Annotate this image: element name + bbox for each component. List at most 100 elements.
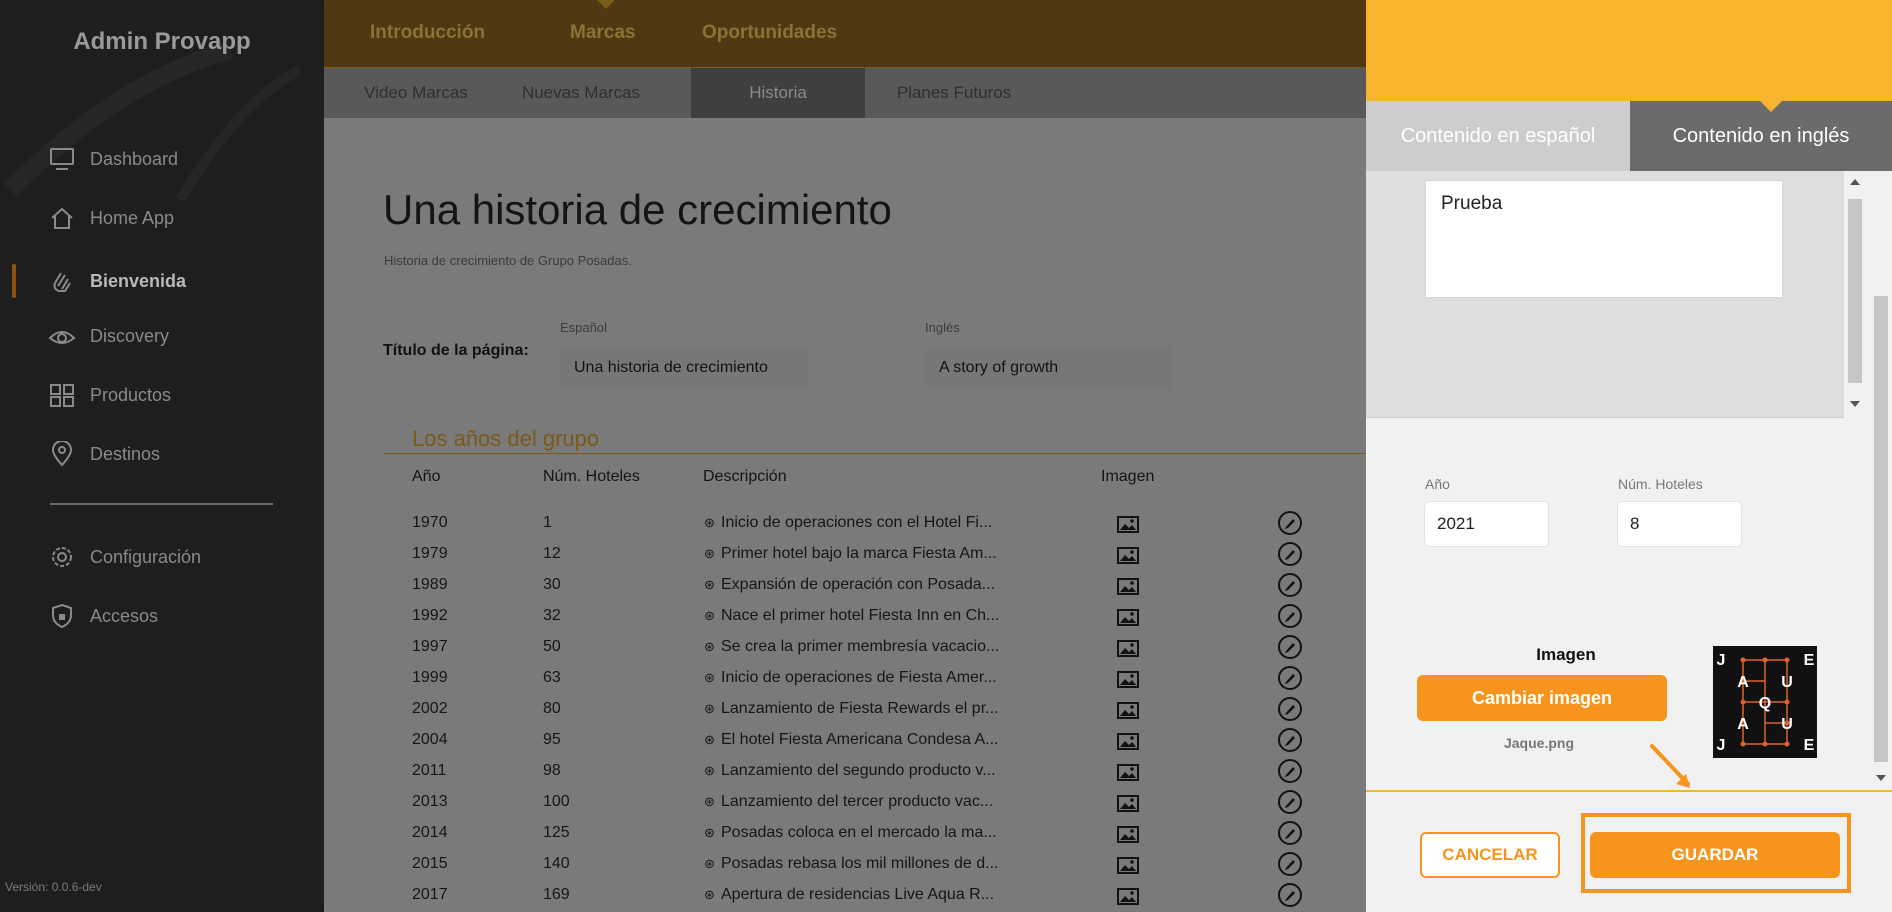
sidebar-item-accesos[interactable]: Accesos [48,599,158,633]
sidebar-item-productos[interactable]: Productos [48,378,171,412]
subtab-video-marcas[interactable]: Video Marcas [352,68,480,118]
page-title-label: Título de la página: [383,342,529,359]
cell-year: 2017 [412,886,448,903]
edit-pencil-icon[interactable] [1278,821,1302,845]
table-row: 2002 80 ⊛ Lanzamiento de Fiesta Rewards el … [324,693,1366,724]
edit-pencil-icon[interactable] [1278,511,1302,535]
svg-text:U: U [1781,716,1793,733]
sidebar-divider [50,503,273,505]
table-row: 2017 169 ⊛ Apertura de residencias Live Aqu… [324,879,1366,910]
edit-pencil-icon[interactable] [1278,883,1302,907]
grid-icon [48,381,76,409]
textarea-scroll-thumb[interactable] [1848,199,1862,383]
active-tab-caret [597,0,615,9]
bullet-icon: ⊛ [704,794,715,809]
table-row: 1970 1 ⊛ Inicio de operaciones con el Hotel… [324,507,1366,538]
title-es-field[interactable]: Una historia de crecimiento [560,346,808,390]
panel-scrollbar[interactable] [1869,171,1892,790]
textarea-scrollbar[interactable] [1844,171,1866,418]
cell-description: Apertura de residencias Live Aqua R... [721,886,995,903]
tab-introduccion[interactable]: Introducción [370,22,485,44]
hotels-input[interactable]: 8 [1617,501,1742,547]
section-divider [383,453,1366,454]
subtab-historia[interactable]: Historia [691,68,865,118]
scroll-down-arrow-icon[interactable] [1876,775,1886,781]
section-title: Los años del grupo [412,426,600,451]
year-label: Año [1425,476,1450,492]
sidebar-item-home-app[interactable]: Home App [48,201,174,235]
sidebar-item-discovery[interactable]: Discovery [48,319,169,353]
sidebar-item-destinos[interactable]: Destinos [48,437,160,471]
sidebar-item-configuracion[interactable]: Configuración [48,540,201,574]
image-icon [1117,544,1139,564]
edit-pencil-icon[interactable] [1278,635,1302,659]
app-title: Admin Provapp [73,28,251,55]
cell-description: El hotel Fiesta Americana Condesa A... [721,731,999,748]
image-icon [1117,854,1139,874]
cell-hotels: 98 [543,762,561,779]
edit-pencil-icon[interactable] [1278,728,1302,752]
panel-scroll-thumb[interactable] [1874,296,1888,762]
cell-description: Expansión de operación con Posada... [721,576,995,593]
image-thumbnail: J E A U Q A U J E [1713,646,1817,758]
image-icon [1117,761,1139,781]
description-textarea[interactable]: Prueba [1425,180,1783,298]
scroll-down-arrow-icon[interactable] [1850,401,1860,407]
tab-marcas[interactable]: Marcas [570,22,636,44]
scroll-up-arrow-icon[interactable] [1850,179,1860,185]
cell-description: Se crea la primer membresía vacacio... [721,638,1000,655]
svg-text:J: J [1717,652,1726,669]
sidebar-item-bienvenida[interactable]: Bienvenida [48,264,186,298]
cell-description: Lanzamiento del segundo producto v... [721,762,996,779]
edit-pencil-icon[interactable] [1278,573,1302,597]
edit-pencil-icon[interactable] [1278,542,1302,566]
tab-contenido-espanol[interactable]: Contenido en español [1366,101,1630,171]
edit-pencil-icon[interactable] [1278,666,1302,690]
table-row: 1997 50 ⊛ Se crea la primer membresía vacac… [324,631,1366,662]
sidebar-item-label: Configuración [90,546,202,567]
bullet-icon: ⊛ [704,763,715,778]
cell-description: Inicio de operaciones con el Hotel Fi... [721,514,993,531]
edit-pencil-icon[interactable] [1278,759,1302,783]
cell-year: 2013 [412,793,448,810]
cell-hotels: 140 [543,855,570,872]
svg-text:A: A [1737,674,1749,691]
panel-tabs: Contenido en español Contenido en inglés [1366,101,1892,171]
edit-pencil-icon[interactable] [1278,790,1302,814]
cell-hotels: 100 [543,793,570,810]
version-text: Versión: 0.0.6-dev [5,880,102,894]
monitor-icon [48,145,76,173]
cell-year: 1999 [412,669,448,686]
sidebar-item-label: Destinos [90,443,161,464]
cell-description: Posadas rebasa los mil millones de d... [721,855,999,872]
bullet-icon: ⊛ [704,515,715,530]
bullet-icon: ⊛ [704,608,715,623]
sidebar-item-label: Bienvenida [90,270,187,291]
edit-pencil-icon[interactable] [1278,604,1302,628]
year-input[interactable]: 2021 [1424,501,1549,547]
change-image-button[interactable]: Cambiar imagen [1417,675,1667,721]
bullet-icon: ⊛ [704,670,715,685]
image-file-name: Jaque.png [1503,735,1574,751]
tab-oportunidades[interactable]: Oportunidades [702,22,837,44]
cell-hotels: 63 [543,669,561,686]
gear-icon [48,543,76,571]
edit-pencil-icon[interactable] [1278,697,1302,721]
sidebar-item-label: Home App [90,207,175,228]
sidebar-item-dashboard[interactable]: Dashboard [48,142,178,176]
cell-year: 2004 [412,731,448,748]
cancel-button[interactable]: CANCELAR [1420,832,1560,878]
cell-description: Inicio de operaciones de Fiesta Amer... [721,669,997,686]
table-row: 1989 30 ⊛ Expansión de operación con Posada… [324,569,1366,600]
table-row: 2015 140 ⊛ Posadas rebasa los mil millones … [324,848,1366,879]
sidebar: Admin Provapp Dashboard Home App Bienven… [0,0,324,912]
cell-hotels: 80 [543,700,561,717]
subtab-nuevas-marcas[interactable]: Nuevas Marcas [510,68,652,118]
bullet-icon: ⊛ [704,546,715,561]
image-icon [1117,668,1139,688]
image-icon [1117,823,1139,843]
title-en-field[interactable]: A story of growth [925,346,1173,390]
edit-pencil-icon[interactable] [1278,852,1302,876]
save-button[interactable]: GUARDAR [1590,832,1840,878]
subtab-planes-futuros[interactable]: Planes Futuros [884,68,1024,118]
